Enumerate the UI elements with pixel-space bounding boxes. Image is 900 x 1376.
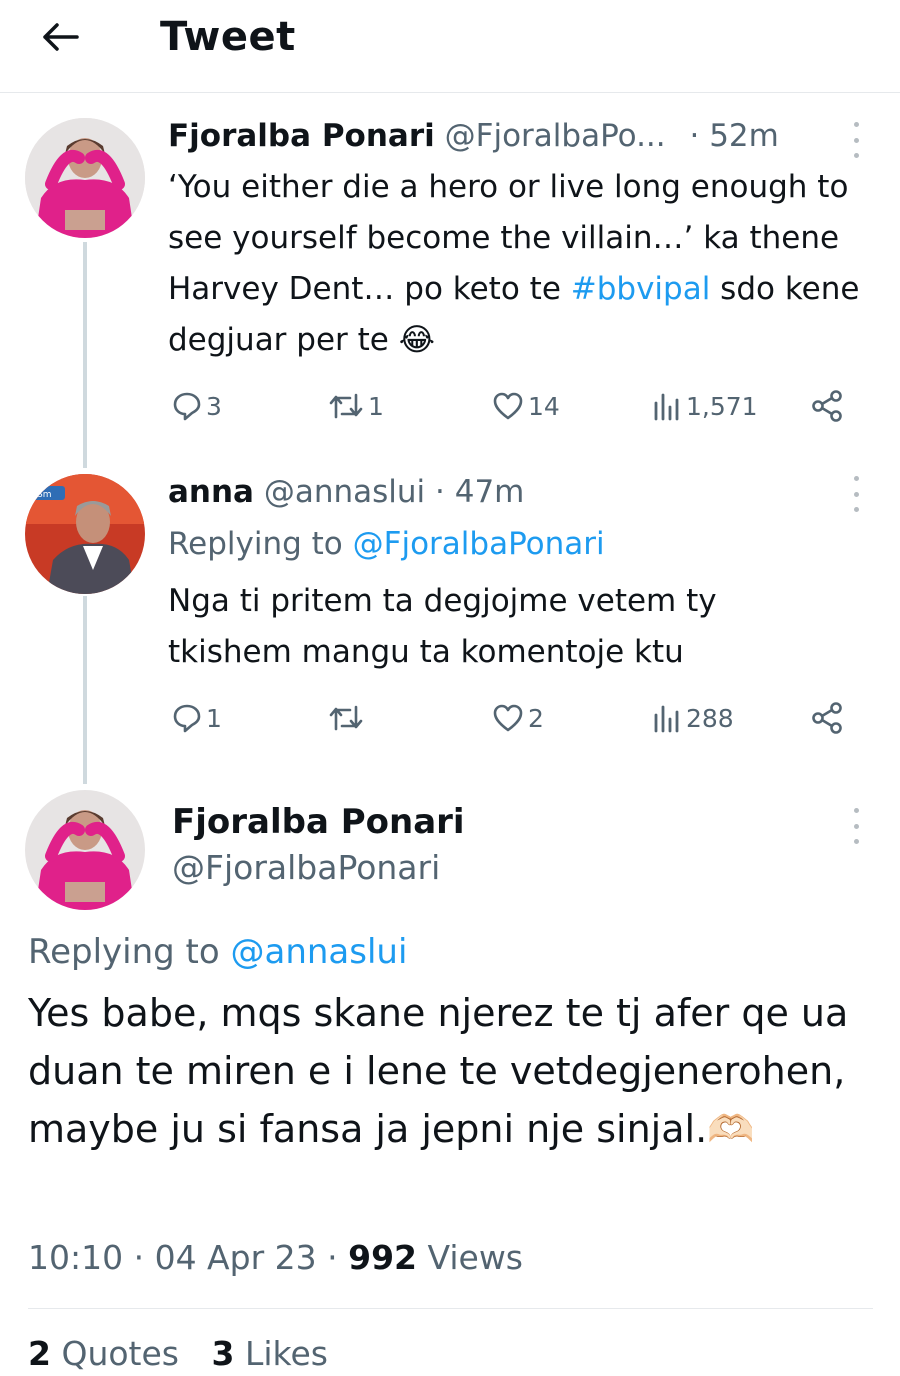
author-handle[interactable]: @annaslui xyxy=(264,474,425,510)
likes-label: Likes xyxy=(244,1334,328,1373)
tweet-item[interactable]: Fjoralba Ponari @FjoralbaPo... · 52m ‘Yo… xyxy=(0,100,900,460)
divider xyxy=(28,1308,873,1309)
author-handle[interactable]: @FjoralbaPonari xyxy=(172,846,440,890)
tweet-text: Yes babe, mqs skane njerez te tj afer qe… xyxy=(28,991,849,1151)
retweet-count: 1 xyxy=(368,391,384,421)
more-icon[interactable] xyxy=(846,476,866,512)
share-button[interactable] xyxy=(810,386,844,426)
like-button[interactable]: 2 xyxy=(492,698,544,738)
views-count: 1,571 xyxy=(686,391,758,421)
views-button[interactable]: 1,571 xyxy=(652,386,758,426)
reply-icon xyxy=(173,704,201,733)
timestamp[interactable]: · 52m xyxy=(690,118,779,154)
mention-link[interactable]: @annaslui xyxy=(231,932,408,972)
back-button[interactable] xyxy=(30,12,90,62)
tweet-meta: 10:10 · 04 Apr 23 · 992 Views xyxy=(28,1236,523,1280)
replying-to: Replying to @annaslui xyxy=(28,930,407,974)
more-icon[interactable] xyxy=(846,122,866,158)
hashtag-link[interactable]: #bbvipal xyxy=(571,271,711,307)
tweet-item[interactable]: Sm anna @annaslui · 47m Replying to @Fjo… xyxy=(0,462,900,772)
share-icon xyxy=(812,390,842,422)
like-count: 14 xyxy=(528,391,560,421)
tweet-header: Fjoralba Ponari @FjoralbaPo... · 52m xyxy=(168,116,779,156)
main-tweet: Fjoralba Ponari @FjoralbaPonari Replying… xyxy=(0,784,900,1373)
more-icon[interactable] xyxy=(846,808,866,844)
views-icon xyxy=(654,705,679,733)
retweet-button[interactable]: 1 xyxy=(328,386,384,426)
tweet-header: anna @annaslui · 47m xyxy=(168,472,524,512)
views-count: 288 xyxy=(686,703,734,733)
like-icon xyxy=(493,392,523,420)
retweet-icon xyxy=(329,705,363,731)
quotes-link[interactable]: 2 Quotes xyxy=(28,1334,179,1373)
avatar[interactable] xyxy=(25,118,145,238)
author-name[interactable]: anna xyxy=(168,474,254,510)
replying-to-label: Replying to xyxy=(28,932,220,972)
views-label: Views xyxy=(427,1238,524,1277)
reply-icon xyxy=(173,392,201,421)
share-icon xyxy=(812,702,842,734)
retweet-button[interactable] xyxy=(328,698,368,738)
avatar[interactable] xyxy=(25,790,145,910)
like-button[interactable]: 14 xyxy=(492,386,560,426)
top-bar: Tweet xyxy=(0,0,900,93)
back-arrow-icon xyxy=(43,23,79,51)
tweet-text: Nga ti pritem ta degjojme vetem ty tkish… xyxy=(168,583,717,670)
replying-to-label: Replying to xyxy=(168,526,343,562)
retweet-icon xyxy=(329,393,363,419)
reply-button[interactable]: 3 xyxy=(172,386,222,426)
page-title: Tweet xyxy=(160,14,296,60)
tweet-timestamp[interactable]: 10:10 · 04 Apr 23 · xyxy=(28,1238,338,1277)
reply-button[interactable]: 1 xyxy=(172,698,222,738)
avatar[interactable]: Sm xyxy=(25,474,145,594)
quotes-count: 2 xyxy=(28,1334,51,1373)
like-icon xyxy=(493,704,523,732)
engagement-stats: 2 Quotes 3 Likes xyxy=(28,1332,328,1376)
timestamp[interactable]: · 47m xyxy=(435,474,524,510)
mention-link[interactable]: @FjoralbaPonari xyxy=(353,526,605,562)
author-name[interactable]: Fjoralba Ponari xyxy=(168,118,435,154)
views-button[interactable]: 288 xyxy=(652,698,734,738)
author-handle[interactable]: @FjoralbaPo... xyxy=(445,118,666,154)
views-icon xyxy=(654,393,679,421)
reply-count: 3 xyxy=(206,391,222,421)
likes-count: 3 xyxy=(211,1334,235,1373)
reply-count: 1 xyxy=(206,703,222,733)
author-name[interactable]: Fjoralba Ponari xyxy=(172,800,465,844)
likes-link[interactable]: 3 Likes xyxy=(211,1334,327,1373)
like-count: 2 xyxy=(528,703,544,733)
replying-to: Replying to @FjoralbaPonari xyxy=(168,524,605,564)
svg-text:Sm: Sm xyxy=(37,490,51,500)
views-count: 992 xyxy=(348,1238,417,1277)
tweet-text: ‘You either die a hero or live long enou… xyxy=(168,162,878,366)
quotes-label: Quotes xyxy=(61,1334,179,1373)
share-button[interactable] xyxy=(810,698,844,738)
